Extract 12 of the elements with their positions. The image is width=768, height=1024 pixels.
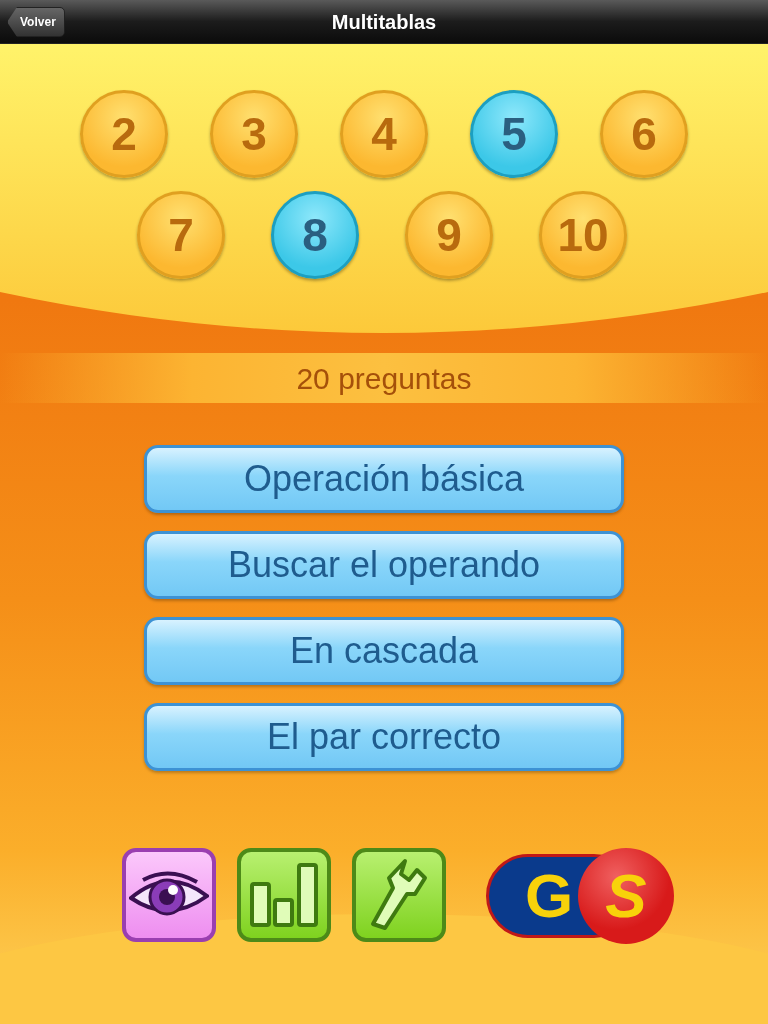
window-title: Multitablas bbox=[331, 9, 437, 35]
back-button[interactable]: Volver bbox=[7, 7, 65, 37]
question-count: 20 preguntas bbox=[296, 360, 472, 397]
mode-button[interactable]: Operación básica bbox=[144, 445, 624, 513]
mode-button[interactable]: El par correcto bbox=[144, 703, 624, 771]
mode-button[interactable]: Buscar el operando bbox=[144, 531, 624, 599]
mode-button[interactable]: En cascada bbox=[144, 617, 624, 685]
bar-chart-icon bbox=[249, 862, 319, 928]
stats-button[interactable] bbox=[237, 848, 331, 942]
settings-button[interactable] bbox=[352, 848, 446, 942]
wrench-icon bbox=[369, 858, 429, 932]
view-button[interactable] bbox=[122, 848, 216, 942]
